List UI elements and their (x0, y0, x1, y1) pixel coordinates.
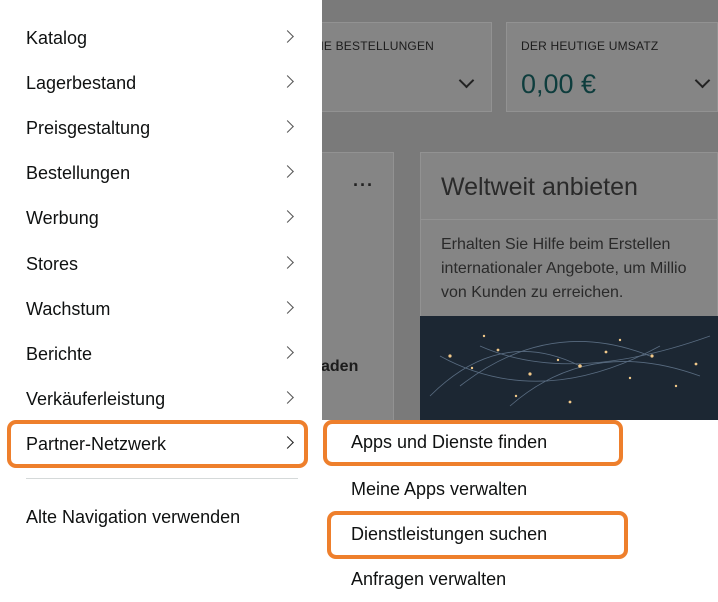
submenu-item-label: Meine Apps verwalten (351, 479, 528, 499)
chevron-right-icon (281, 301, 294, 314)
navigation-drawer: Katalog Lagerbestand Preisgestaltung Bes… (0, 0, 322, 602)
nav-item-label: Bestellungen (26, 163, 131, 183)
nav-item-label: Stores (26, 254, 79, 274)
chevron-right-icon (281, 346, 294, 359)
nav-item-label: Lagerbestand (26, 73, 137, 93)
old-navigation-link[interactable]: Alte Navigation verwenden (26, 507, 240, 528)
nav-item-label: Partner-Netzwerk (26, 434, 167, 454)
more-options-icon: ··· (353, 175, 374, 195)
chevron-right-icon (281, 30, 294, 43)
nav-item-label: Preisgestaltung (26, 118, 151, 138)
submenu-item-find-services[interactable]: Dienstleistungen suchen (322, 512, 718, 556)
nav-item-label: Berichte (26, 344, 93, 364)
submenu-item-manage-requests[interactable]: Anfragen verwalten (322, 557, 718, 601)
nav-item-lagerbestand[interactable]: Lagerbestand (0, 60, 322, 104)
chevron-right-icon (281, 165, 294, 178)
submenu-item-find-apps[interactable]: Apps und Dienste finden (322, 420, 718, 464)
submenu-item-label: Dienstleistungen suchen (351, 524, 548, 544)
nav-item-bestellungen[interactable]: Bestellungen (0, 150, 322, 194)
nav-item-berichte[interactable]: Berichte (0, 331, 322, 375)
world-map-image (420, 316, 718, 420)
card-divider (421, 219, 718, 220)
global-selling-title: Weltweit anbieten (441, 173, 638, 201)
nav-item-label: Werbung (26, 208, 99, 228)
chevron-right-icon (281, 120, 294, 133)
chevron-down-icon (694, 72, 711, 89)
nav-item-label: Verkäuferleistung (26, 389, 166, 409)
open-orders-label: NE BESTELLUNGEN (315, 39, 435, 53)
chevron-down-icon (458, 72, 475, 89)
submenu-item-label: Apps und Dienste finden (351, 432, 548, 452)
nav-item-katalog[interactable]: Katalog (0, 15, 322, 59)
nav-item-stores[interactable]: Stores (0, 241, 322, 285)
submenu-item-manage-apps[interactable]: Meine Apps verwalten (322, 467, 718, 511)
global-selling-description: Erhalten Sie Hilfe beim Erstellen intern… (441, 236, 687, 301)
submenu-item-label: Anfragen verwalten (351, 569, 507, 589)
chevron-right-icon (281, 210, 294, 223)
nav-divider (26, 478, 298, 479)
nav-item-label: Wachstum (26, 299, 111, 319)
todays-revenue-card: DER HEUTIGE UMSATZ 0,00 € (506, 22, 718, 112)
nav-item-preisgestaltung[interactable]: Preisgestaltung (0, 105, 322, 149)
todays-revenue-label: DER HEUTIGE UMSATZ (521, 39, 659, 53)
nav-item-werbung[interactable]: Werbung (0, 195, 322, 239)
nav-item-label: Katalog (26, 28, 88, 48)
partner-network-submenu: Apps und Dienste finden Meine Apps verwa… (322, 420, 718, 602)
chevron-right-icon (281, 436, 294, 449)
chevron-right-icon (281, 75, 294, 88)
chevron-right-icon (281, 391, 294, 404)
nav-item-wachstum[interactable]: Wachstum (0, 286, 322, 330)
open-orders-card: NE BESTELLUNGEN (300, 22, 492, 112)
nav-item-verkaeuferleistung[interactable]: Verkäuferleistung (0, 376, 322, 420)
todays-revenue-value: 0,00 € (521, 69, 597, 99)
nav-item-partner-netzwerk[interactable]: Partner-Netzwerk (0, 421, 322, 465)
partial-text: aden (321, 358, 359, 375)
chevron-right-icon (281, 256, 294, 269)
